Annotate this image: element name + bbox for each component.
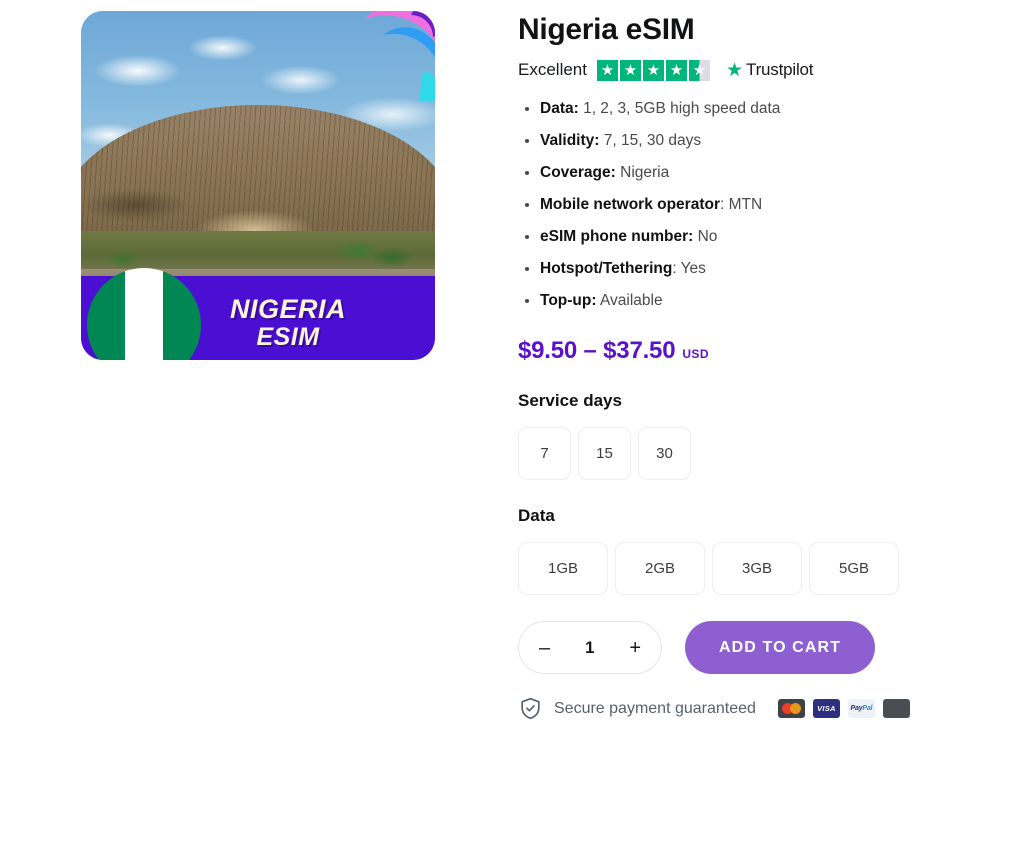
- list-item: Hotspot/Tethering: Yes: [540, 259, 988, 280]
- data-option[interactable]: 2GB: [615, 542, 705, 596]
- rock-shadow: [83, 188, 187, 222]
- list-item: Coverage: Nigeria: [540, 163, 988, 184]
- product-summary: Nigeria eSIM Excellent ★ ★ ★ ★ ★ ★ Trust…: [518, 12, 988, 721]
- feature-value: No: [697, 227, 718, 245]
- service-days-label: Service days: [518, 391, 622, 411]
- payment-methods: VISA PayPal: [777, 699, 910, 719]
- data-label: Data: [518, 506, 555, 526]
- apple-pay-icon: [882, 699, 910, 719]
- feature-label: Hotspot/Tethering: [540, 259, 673, 277]
- list-item: eSIM phone number: No: [540, 227, 988, 248]
- rating-stars: ★ ★ ★ ★ ★: [596, 59, 710, 81]
- service-days-options: 7 15 30: [518, 427, 988, 481]
- feature-value: Nigeria: [620, 163, 670, 181]
- data-option[interactable]: 5GB: [809, 542, 899, 596]
- feature-label: Mobile network operator: [540, 195, 720, 213]
- price-currency: USD: [682, 347, 709, 362]
- product-page: NIGERIA ESIM Nigeria eSIM Excellent ★ ★ …: [0, 0, 1024, 842]
- feature-value: : Yes: [672, 259, 706, 277]
- feature-value: 7, 15, 30 days: [603, 131, 702, 149]
- add-to-cart-button[interactable]: ADD TO CART: [685, 621, 876, 675]
- mastercard-icon: [777, 699, 805, 719]
- secure-payment-row: Secure payment guaranteed VISA PayPal: [518, 696, 988, 721]
- price-block: $9.50 – $37.50 USD: [518, 337, 988, 365]
- paypal-icon: PayPal: [847, 699, 875, 719]
- feature-list: Data: 1, 2, 3, 5GB high speed data Valid…: [518, 99, 988, 311]
- decrease-quantity-button[interactable]: –: [539, 638, 550, 658]
- brand-logo-icon: [349, 11, 435, 109]
- trustpilot-brand[interactable]: ★ Trustpilot: [725, 59, 814, 81]
- increase-quantity-button[interactable]: +: [629, 638, 641, 658]
- list-item: Top-up: Available: [540, 291, 988, 312]
- data-group: Data 1GB 2GB 3GB 5GB: [518, 506, 988, 596]
- quantity-value: 1: [584, 637, 595, 657]
- product-image-card[interactable]: NIGERIA ESIM: [81, 11, 435, 360]
- service-days-group: Service days 7 15 30: [518, 391, 988, 481]
- star-icon: ★: [665, 59, 687, 81]
- star-half-icon: ★: [688, 59, 710, 81]
- data-options: 1GB 2GB 3GB 5GB: [518, 542, 988, 596]
- data-option[interactable]: 3GB: [712, 542, 802, 596]
- rating-label: Excellent: [518, 60, 587, 79]
- list-item: Validity: 7, 15, 30 days: [540, 131, 988, 152]
- page-title: Nigeria eSIM: [518, 13, 695, 46]
- feature-label: Top-up:: [540, 291, 597, 309]
- trustpilot-rating[interactable]: Excellent ★ ★ ★ ★ ★ ★ Trustpilot: [518, 59, 988, 81]
- list-item: Mobile network operator: MTN: [540, 195, 988, 216]
- secure-payment-text: Secure payment guaranteed: [554, 699, 756, 717]
- feature-value: : MTN: [720, 195, 763, 213]
- service-days-option[interactable]: 15: [578, 427, 631, 481]
- feature-label: Data:: [540, 100, 579, 117]
- trustpilot-brand-label: Trustpilot: [746, 60, 814, 79]
- purchase-row: – 1 + ADD TO CART: [518, 621, 988, 675]
- feature-label: eSIM phone number:: [540, 227, 694, 245]
- feature-label: Validity:: [540, 131, 600, 149]
- visa-icon: VISA: [812, 699, 840, 719]
- price-range: $9.50 – $37.50: [518, 337, 676, 365]
- quantity-stepper[interactable]: – 1 +: [518, 621, 662, 675]
- service-days-option[interactable]: 7: [518, 427, 571, 481]
- banner-line-1: NIGERIA: [230, 293, 347, 324]
- data-option[interactable]: 1GB: [518, 542, 608, 596]
- star-icon: ★: [619, 59, 641, 81]
- star-icon: ★: [596, 59, 618, 81]
- list-item: Data: 1, 2, 3, 5GB high speed data: [540, 99, 988, 120]
- visa-label: VISA: [817, 704, 836, 714]
- feature-label: Coverage:: [540, 163, 616, 181]
- service-days-option[interactable]: 30: [638, 427, 691, 481]
- feature-value: 1, 2, 3, 5GB high speed data: [583, 100, 781, 117]
- trustpilot-star-icon: ★: [725, 59, 744, 81]
- star-icon: ★: [642, 59, 664, 81]
- shield-check-icon: [518, 696, 543, 721]
- product-gallery[interactable]: NIGERIA ESIM: [81, 11, 435, 360]
- feature-value: Available: [599, 291, 663, 309]
